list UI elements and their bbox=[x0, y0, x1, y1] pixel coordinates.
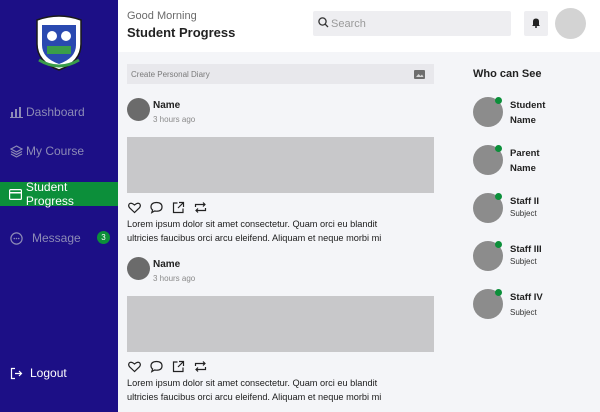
sidebar-item-dashboard[interactable]: Dashboard bbox=[0, 100, 118, 124]
sidebar-item-my-course[interactable]: My Course bbox=[0, 139, 118, 163]
post-body-line: Lorem ipsum dolor sit amet consectetur. … bbox=[127, 378, 378, 388]
sidebar-item-label: Message bbox=[32, 231, 81, 245]
post-body-line: ultricies faucibus orci arcu eleifend. A… bbox=[127, 232, 382, 243]
viewer-role: Staff III bbox=[510, 244, 542, 255]
search-input[interactable] bbox=[331, 17, 501, 30]
online-status-dot bbox=[495, 241, 502, 248]
post-author-avatar[interactable] bbox=[127, 98, 150, 121]
viewer-subject: Subject bbox=[510, 209, 537, 218]
post-image bbox=[127, 296, 434, 352]
post-body-line: ultricies faucibus orci arcu eleifend. A… bbox=[127, 391, 382, 402]
post-author-avatar[interactable] bbox=[127, 257, 150, 280]
sidebar-item-label: Dashboard bbox=[26, 105, 85, 119]
viewer-subject: Subject bbox=[510, 257, 537, 266]
viewer-name: Name bbox=[510, 115, 536, 126]
comment-icon[interactable] bbox=[150, 360, 163, 373]
page-title: Student Progress bbox=[127, 25, 236, 40]
school-logo bbox=[36, 15, 82, 71]
post-author-name[interactable]: Name bbox=[153, 100, 180, 111]
viewer-name: Name bbox=[510, 163, 536, 174]
top-header: Good Morning Student Progress bbox=[118, 0, 600, 52]
sidebar: Dashboard My Course Student Progress Mes… bbox=[0, 0, 118, 412]
viewer-role: Staff II bbox=[510, 196, 540, 207]
post-actions bbox=[128, 360, 207, 373]
like-icon[interactable] bbox=[128, 360, 141, 373]
logout-button[interactable]: Logout bbox=[0, 361, 118, 385]
sidebar-item-label: My Course bbox=[26, 144, 85, 158]
share-icon[interactable] bbox=[172, 360, 185, 373]
viewer-role: Student bbox=[510, 100, 546, 111]
viewer-avatar[interactable] bbox=[473, 241, 503, 271]
post-body-line: Lorem ipsum dolor sit amet consectetur. … bbox=[127, 219, 378, 229]
chat-icon bbox=[9, 231, 23, 245]
post-image bbox=[127, 137, 434, 193]
sidebar-item-message[interactable]: Message 3 bbox=[0, 226, 118, 250]
viewer-role: Parent bbox=[510, 148, 540, 159]
post-timestamp: 3 hours ago bbox=[153, 274, 196, 283]
layers-icon bbox=[9, 144, 23, 158]
viewer-avatar[interactable] bbox=[473, 289, 503, 319]
greeting-text: Good Morning bbox=[127, 10, 197, 22]
bar-chart-icon bbox=[9, 105, 23, 119]
sidebar-item-student-progress[interactable]: Student Progress bbox=[0, 180, 118, 208]
search-icon bbox=[313, 15, 329, 33]
online-status-dot bbox=[495, 97, 502, 104]
card-icon bbox=[9, 187, 23, 201]
comment-icon[interactable] bbox=[150, 201, 163, 214]
online-status-dot bbox=[495, 193, 502, 200]
like-icon[interactable] bbox=[128, 201, 141, 214]
share-icon[interactable] bbox=[172, 201, 185, 214]
viewer-avatar[interactable] bbox=[473, 97, 503, 127]
repost-icon[interactable] bbox=[194, 360, 207, 373]
notification-button[interactable] bbox=[524, 11, 548, 36]
repost-icon[interactable] bbox=[194, 201, 207, 214]
logout-icon bbox=[9, 366, 23, 380]
search-bar[interactable] bbox=[313, 11, 511, 36]
logout-label: Logout bbox=[30, 366, 67, 380]
viewer-avatar[interactable] bbox=[473, 193, 503, 223]
post-author-name[interactable]: Name bbox=[153, 259, 180, 270]
post-timestamp: 3 hours ago bbox=[153, 115, 196, 124]
online-status-dot bbox=[495, 145, 502, 152]
viewer-subject: Subject bbox=[510, 308, 537, 317]
user-avatar[interactable] bbox=[555, 8, 586, 39]
who-can-see-title: Who can See bbox=[473, 68, 542, 80]
diary-placeholder: Create Personal Diary bbox=[131, 69, 210, 79]
online-status-dot bbox=[495, 289, 502, 296]
create-diary-input[interactable]: Create Personal Diary bbox=[127, 64, 434, 84]
post-actions bbox=[128, 201, 207, 214]
viewer-role: Staff IV bbox=[510, 292, 543, 303]
sidebar-item-label: Student Progress bbox=[25, 180, 74, 208]
viewer-avatar[interactable] bbox=[473, 145, 503, 175]
bell-icon bbox=[531, 15, 541, 33]
message-count-badge: 3 bbox=[97, 231, 110, 244]
image-icon[interactable] bbox=[414, 69, 425, 79]
